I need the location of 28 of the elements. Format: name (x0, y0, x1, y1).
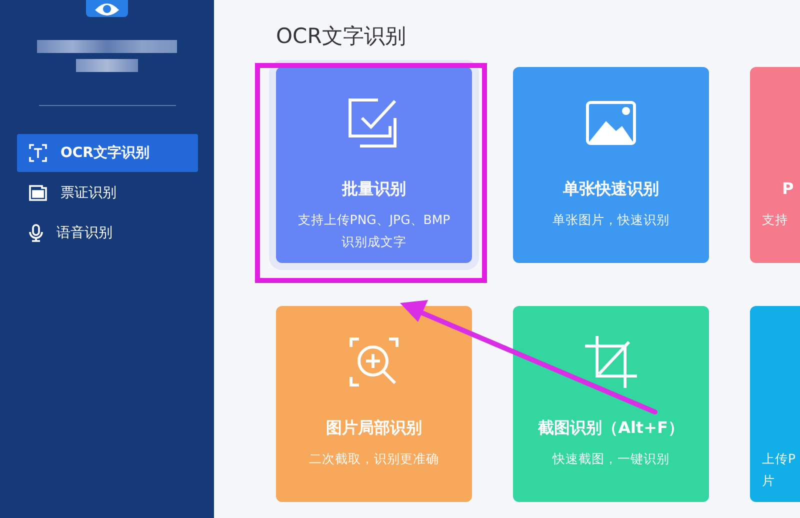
microphone-icon (28, 224, 42, 242)
card-description: 上传P 片 (762, 450, 796, 490)
text-scan-icon (28, 144, 46, 162)
card-description: 支持上传PNG、JPG、BMP 识别成文字 (298, 211, 450, 251)
card-description: 快速截图，一键识别 (552, 450, 670, 468)
sidebar-item[interactable]: 票证识别 (16, 174, 198, 212)
sidebar-item[interactable]: 语音识别 (16, 214, 198, 252)
feature-card[interactable]: 批量识别 支持上传PNG、JPG、BMP 识别成文字 (276, 67, 472, 263)
feature-card[interactable]: 上传P 片 (750, 306, 800, 502)
card-title: P (782, 179, 794, 200)
feature-card[interactable]: 单张快速识别 单张图片，快速识别 (513, 67, 709, 263)
card-description: 单张图片，快速识别 (552, 211, 670, 229)
zoom-in-icon (349, 337, 399, 387)
card-description: 二次截取，识别更准确 (309, 450, 439, 468)
eye-logo-icon (86, 0, 128, 17)
card-description: 支持 (762, 211, 788, 229)
crop-icon (585, 336, 637, 388)
page-title: OCR文字识别 (276, 23, 407, 50)
card-title: 单张快速识别 (563, 179, 659, 200)
image-icon (586, 101, 636, 145)
card-title: 批量识别 (342, 179, 406, 200)
feature-card[interactable]: P 支持 (750, 67, 800, 263)
feature-card[interactable]: 图片局部识别 二次截取，识别更准确 (276, 306, 472, 502)
card-title: 截图识别（Alt+F） (538, 418, 684, 439)
ticket-icon (28, 185, 46, 201)
feature-card[interactable]: 截图识别（Alt+F） 快速截图，一键识别 (513, 306, 709, 502)
card-title: 图片局部识别 (326, 418, 422, 439)
sidebar-item[interactable]: OCR文字识别 (16, 134, 198, 172)
